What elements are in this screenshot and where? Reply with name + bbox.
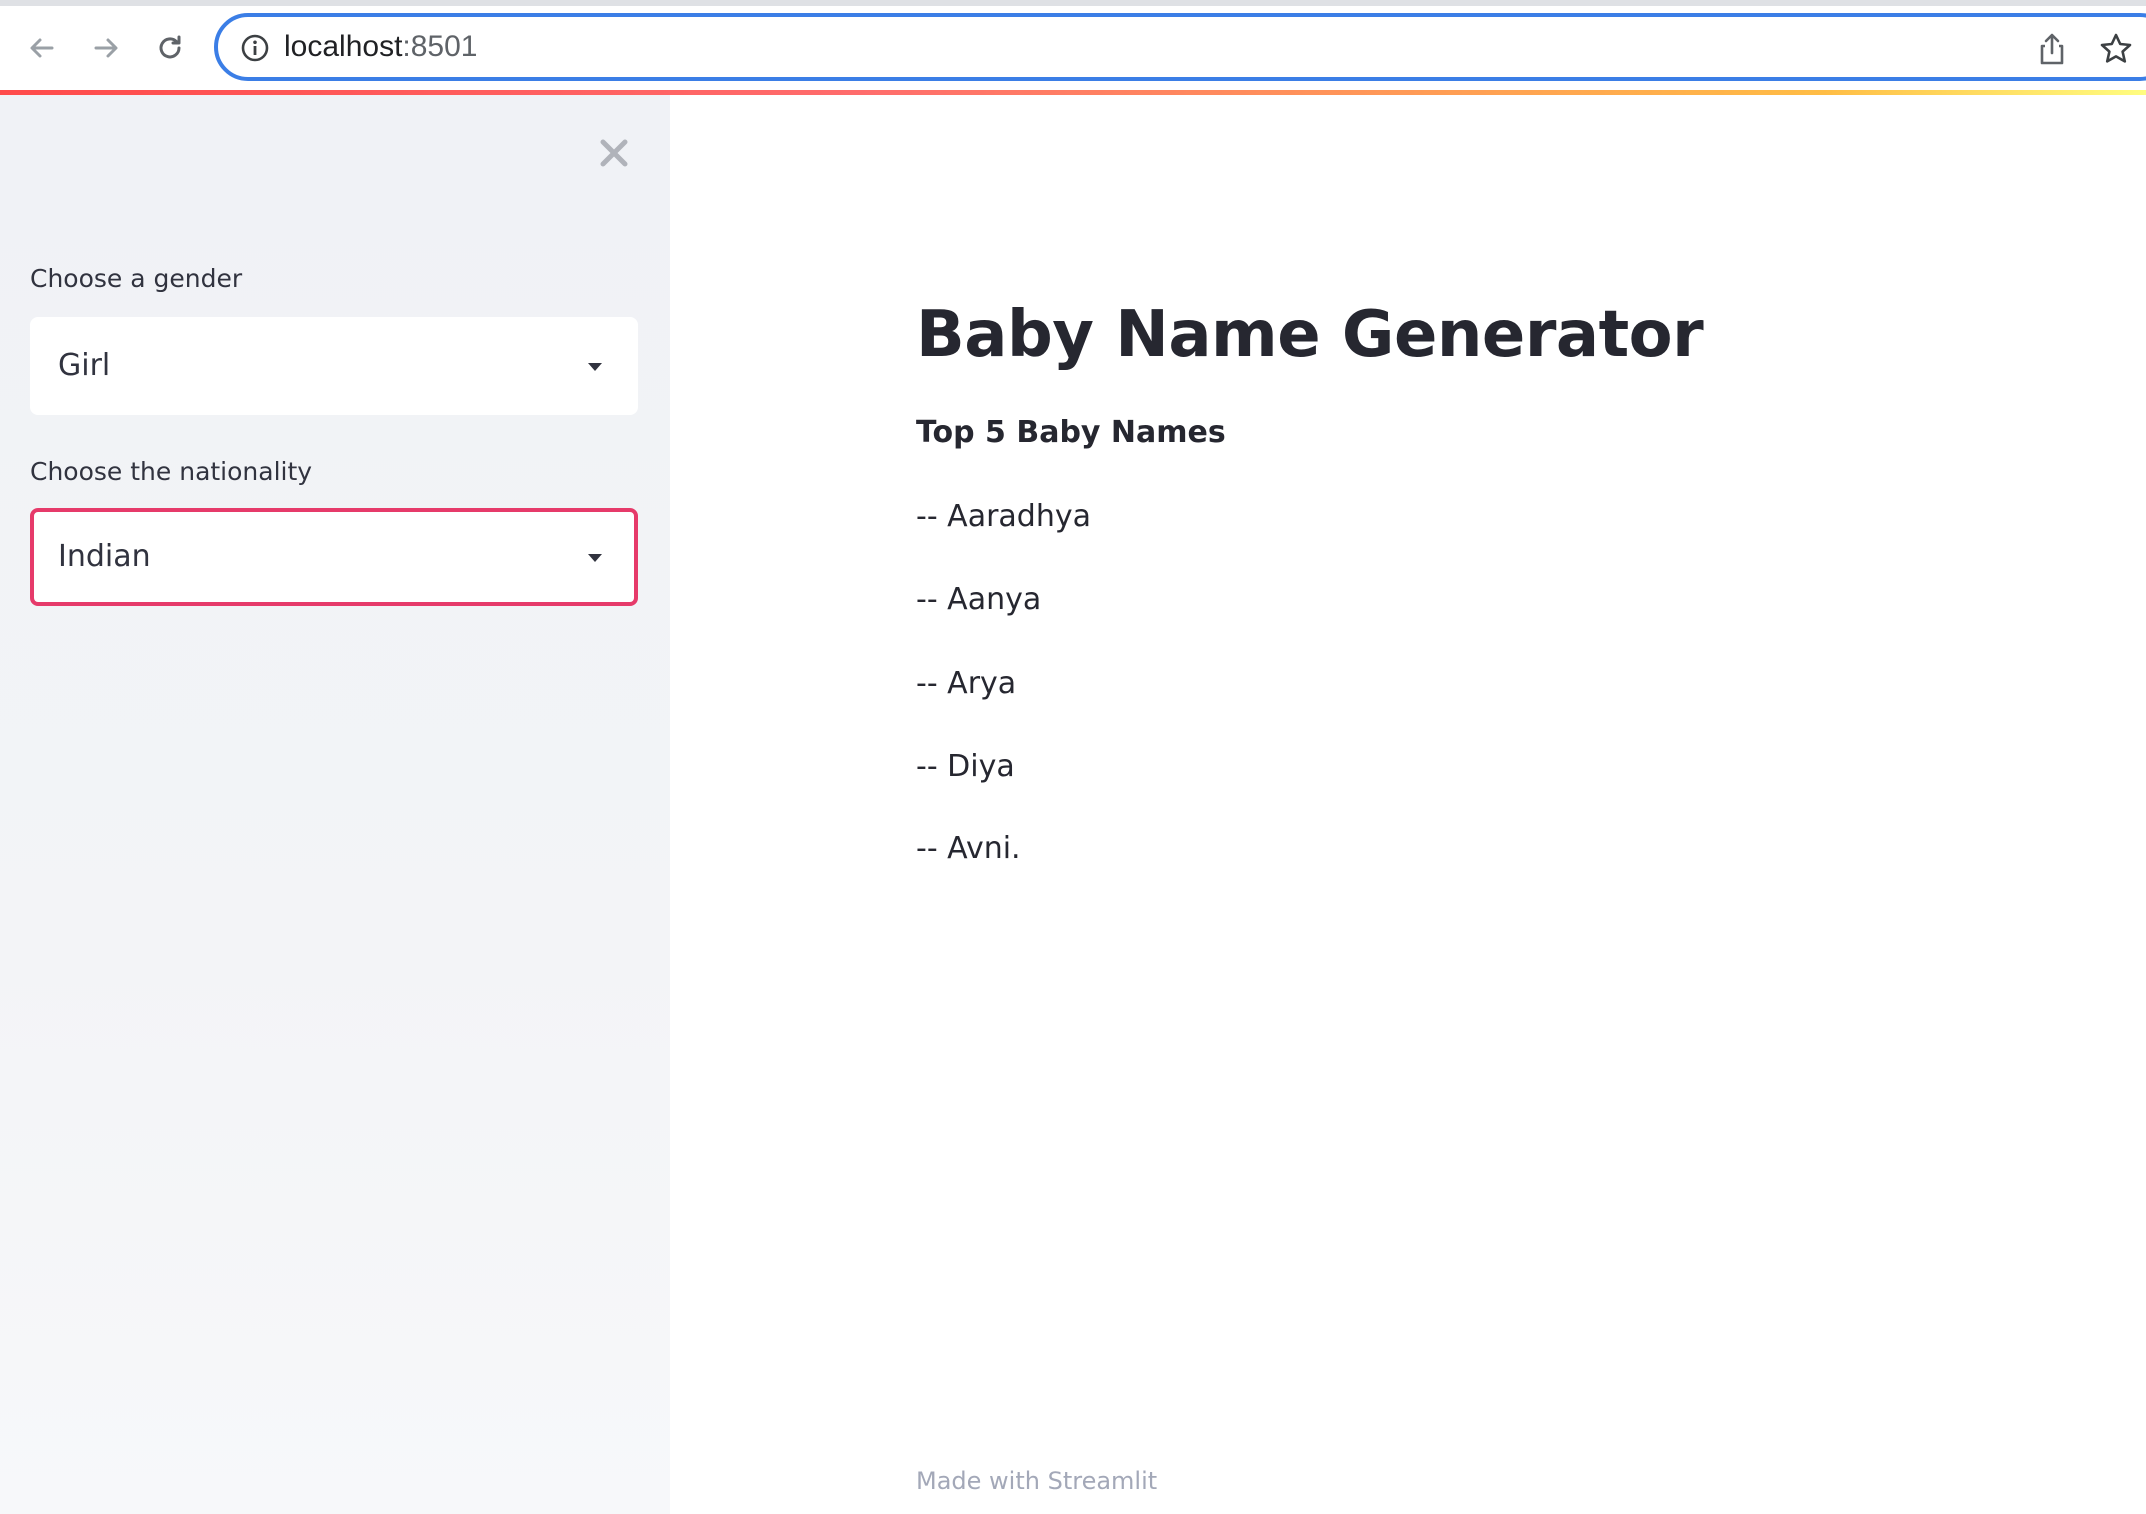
caret-down-icon bbox=[588, 554, 602, 562]
info-icon[interactable] bbox=[240, 33, 270, 63]
arrow-left-icon bbox=[30, 38, 54, 58]
browser-toolbar: localhost:8501 bbox=[0, 0, 2146, 94]
url-text[interactable]: localhost:8501 bbox=[284, 27, 477, 67]
gender-select-value: Girl bbox=[58, 348, 111, 383]
main-content: Baby Name Generator Top 5 Baby Names -- … bbox=[670, 95, 2146, 1514]
reload-icon bbox=[159, 35, 181, 59]
url-port: :8501 bbox=[402, 30, 478, 63]
gender-label: Choose a gender bbox=[30, 264, 243, 293]
url-host: localhost bbox=[284, 30, 403, 63]
sidebar-close-button[interactable] bbox=[592, 131, 636, 175]
arrow-right-icon bbox=[94, 38, 118, 58]
star-icon[interactable] bbox=[2098, 31, 2134, 67]
close-icon bbox=[600, 139, 628, 167]
name-list-item: -- Avni. bbox=[916, 831, 1021, 866]
gender-select[interactable]: Girl bbox=[30, 317, 638, 415]
name-list-item: -- Aanya bbox=[916, 582, 1042, 617]
sidebar: Choose a gender Girl Choose the national… bbox=[0, 95, 670, 1514]
name-list-item: -- Diya bbox=[916, 749, 1015, 784]
nationality-label: Choose the nationality bbox=[30, 457, 313, 486]
share-icon[interactable] bbox=[2034, 31, 2070, 67]
forward-button[interactable] bbox=[82, 24, 130, 72]
back-button[interactable] bbox=[18, 24, 66, 72]
footer-made-with-streamlit[interactable]: Made with Streamlit bbox=[916, 1465, 1157, 1497]
window-top-strip bbox=[0, 0, 2146, 6]
names-subheading: Top 5 Baby Names bbox=[916, 415, 1226, 450]
name-list-item: -- Aaradhya bbox=[916, 499, 1092, 534]
page-title: Baby Name Generator bbox=[916, 298, 1704, 372]
caret-down-icon bbox=[588, 363, 602, 371]
reload-button[interactable] bbox=[146, 24, 194, 72]
nationality-select[interactable]: Indian bbox=[30, 508, 638, 606]
name-list-item: -- Arya bbox=[916, 666, 1017, 701]
nationality-select-value: Indian bbox=[58, 539, 151, 574]
address-bar[interactable]: localhost:8501 bbox=[214, 13, 2146, 81]
